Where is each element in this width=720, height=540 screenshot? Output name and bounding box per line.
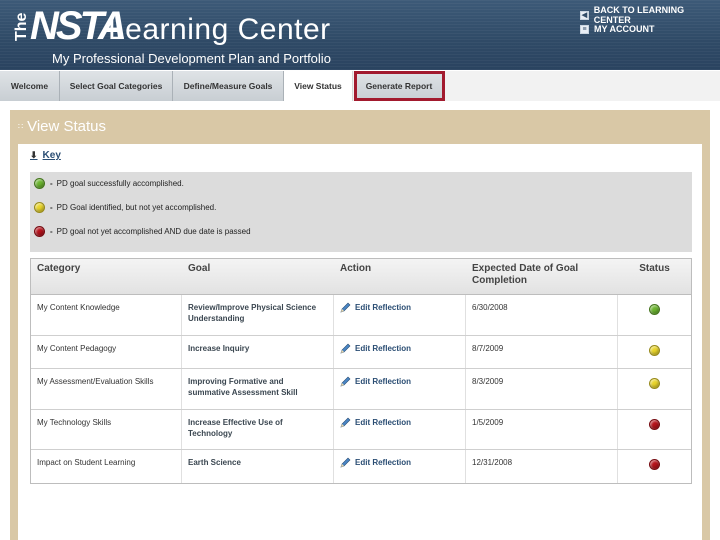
category-cell: Impact on Student Learning: [31, 450, 182, 483]
view-status-panel: ∷ View Status ⬇ Key - PD goal successful…: [10, 110, 710, 540]
action-cell: Edit Reflection: [334, 450, 466, 483]
document-icon: ≡: [580, 24, 589, 34]
back-to-learning-center-link[interactable]: ◀ BACK TO LEARNING CENTER: [580, 5, 720, 25]
edit-reflection-link[interactable]: Edit Reflection: [340, 376, 459, 387]
yellow-status-icon: [34, 202, 45, 213]
tab-select-goal-categories[interactable]: Select Goal Categories: [60, 71, 173, 101]
tab-view-status[interactable]: View Status: [284, 71, 353, 101]
edit-reflection-link[interactable]: Edit Reflection: [340, 302, 459, 313]
my-account-label: MY ACCOUNT: [594, 24, 655, 34]
edit-reflection-label: Edit Reflection: [355, 377, 412, 386]
legend-item-green: - PD goal successfully accomplished.: [34, 178, 184, 189]
date-cell: 8/7/2009: [466, 336, 618, 368]
red-status-icon: [649, 459, 660, 470]
date-cell: 1/5/2009: [466, 410, 618, 449]
column-header-status: Status: [639, 263, 670, 274]
status-cell: [618, 336, 691, 368]
key-label: Key: [42, 150, 61, 161]
tab-bar: Welcome Select Goal Categories Define/Me…: [0, 71, 720, 101]
tab-welcome[interactable]: Welcome: [0, 71, 60, 101]
back-to-learning-center-label: BACK TO LEARNING CENTER: [593, 5, 685, 25]
action-cell: Edit Reflection: [334, 369, 466, 409]
yellow-status-icon: [649, 345, 660, 356]
legend-text-red: PD goal not yet accomplished AND due dat…: [56, 227, 251, 236]
edit-reflection-label: Edit Reflection: [355, 458, 412, 467]
edit-reflection-label: Edit Reflection: [355, 418, 412, 427]
column-header-goal: Goal: [188, 263, 211, 274]
green-status-icon: [649, 304, 660, 315]
goal-cell: Review/Improve Physical Science Understa…: [182, 295, 334, 335]
status-cell: [618, 410, 691, 449]
action-cell: Edit Reflection: [334, 410, 466, 449]
status-cell: [618, 369, 691, 409]
legend-item-red: - PD goal not yet accomplished AND due d…: [34, 226, 251, 237]
edit-reflection-link[interactable]: Edit Reflection: [340, 457, 459, 468]
edit-reflection-link[interactable]: Edit Reflection: [340, 343, 459, 354]
goal-cell: Improving Formative and summative Assess…: [182, 369, 334, 409]
legend-item-yellow: - PD Goal identified, but not yet accomp…: [34, 202, 216, 213]
app-header: The NSTA Learning Center My Professional…: [0, 0, 720, 70]
green-status-icon: [34, 178, 45, 189]
date-cell: 12/31/2008: [466, 450, 618, 483]
goal-cell: Increase Inquiry: [182, 336, 334, 368]
logo-learning-center-text: Learning Center: [108, 13, 331, 46]
table-header: Category Goal Action Expected Date of Go…: [31, 259, 691, 295]
pencil-icon: [340, 457, 351, 468]
red-status-icon: [34, 226, 45, 237]
goal-cell: Increase Effective Use of Technology: [182, 410, 334, 449]
panel-title-label: View Status: [27, 118, 107, 135]
header-links: ◀ BACK TO LEARNING CENTER ≡ MY ACCOUNT: [580, 5, 720, 36]
pencil-icon: [340, 302, 351, 313]
pencil-icon: [340, 343, 351, 354]
key-toggle[interactable]: ⬇ Key: [30, 150, 61, 161]
page-subtitle: My Professional Development Plan and Por…: [52, 51, 331, 66]
tab-generate-report[interactable]: Generate Report: [354, 71, 445, 101]
legend-text-yellow: PD Goal identified, but not yet accompli…: [56, 203, 217, 212]
column-header-expected-date: Expected Date of Goal Completion: [472, 263, 579, 286]
edit-reflection-link[interactable]: Edit Reflection: [340, 417, 459, 428]
category-cell: My Content Pedagogy: [31, 336, 182, 368]
goals-table: Category Goal Action Expected Date of Go…: [30, 258, 692, 484]
logo-the-text: The: [13, 12, 30, 42]
status-cell: [618, 295, 691, 335]
arrow-left-icon: ◀: [580, 10, 589, 20]
grip-icon: ∷: [18, 122, 24, 131]
status-cell: [618, 450, 691, 483]
action-cell: Edit Reflection: [334, 336, 466, 368]
category-cell: My Assessment/Evaluation Skills: [31, 369, 182, 409]
status-legend: - PD goal successfully accomplished. - P…: [30, 172, 692, 252]
red-status-icon: [649, 419, 660, 430]
edit-reflection-label: Edit Reflection: [355, 303, 412, 312]
table-row: My Content Pedagogy Increase Inquiry Edi…: [31, 336, 691, 369]
table-row: My Technology Skills Increase Effective …: [31, 410, 691, 450]
edit-reflection-label: Edit Reflection: [355, 344, 412, 353]
panel-body: ⬇ Key - PD goal successfully accomplishe…: [18, 144, 702, 540]
yellow-status-icon: [649, 378, 660, 389]
date-cell: 6/30/2008: [466, 295, 618, 335]
column-header-action: Action: [340, 263, 372, 274]
table-row: Impact on Student Learning Earth Science…: [31, 450, 691, 483]
column-header-category: Category: [37, 263, 81, 274]
goal-cell: Earth Science: [182, 450, 334, 483]
table-row: My Assessment/Evaluation Skills Improvin…: [31, 369, 691, 410]
legend-text-green: PD goal successfully accomplished.: [56, 179, 184, 188]
category-cell: My Technology Skills: [31, 410, 182, 449]
pencil-icon: [340, 376, 351, 387]
action-cell: Edit Reflection: [334, 295, 466, 335]
date-cell: 8/3/2009: [466, 369, 618, 409]
pencil-icon: [340, 417, 351, 428]
category-cell: My Content Knowledge: [31, 295, 182, 335]
table-row: My Content Knowledge Review/Improve Phys…: [31, 295, 691, 336]
arrow-down-icon: ⬇: [30, 150, 38, 160]
tab-define-measure-goals[interactable]: Define/Measure Goals: [173, 71, 284, 101]
panel-title: ∷ View Status: [18, 118, 106, 136]
